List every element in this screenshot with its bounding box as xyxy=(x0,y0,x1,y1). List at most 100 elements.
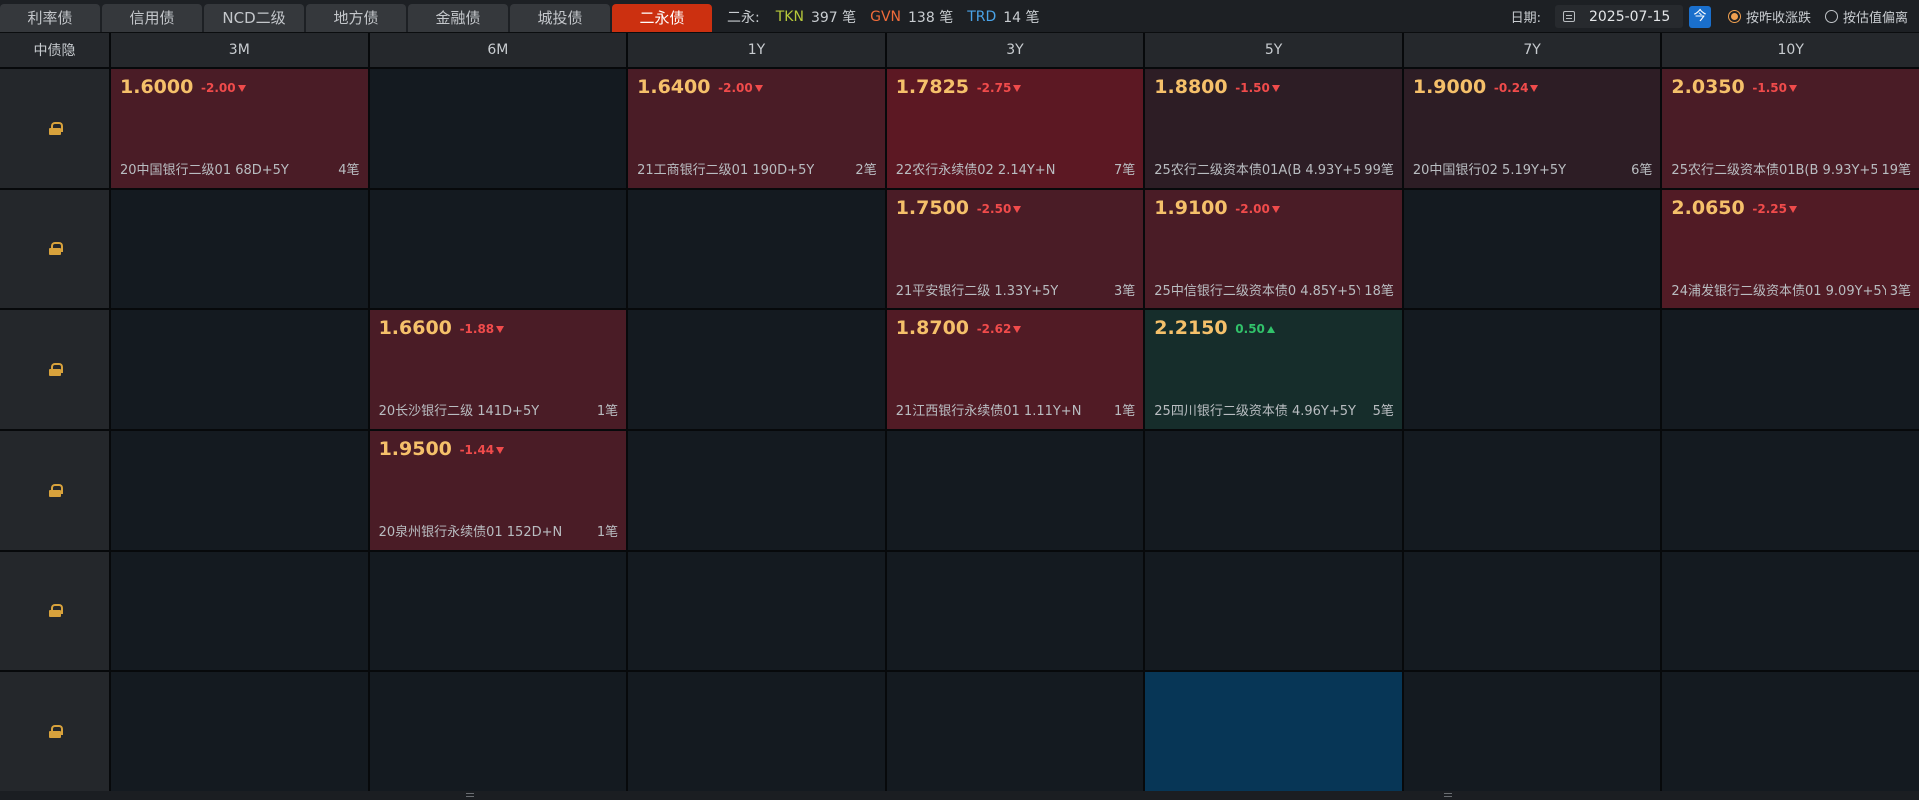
quote-rate: 1.9100 xyxy=(1154,196,1228,219)
corner-header: 中债隐 xyxy=(0,33,109,67)
bond-name: 21江西银行永续债01 1.11Y+N xyxy=(895,404,1082,420)
quote-change-value: -2.00 xyxy=(201,81,236,95)
bond-name: 20长沙银行二级 141D+5Y xyxy=(378,404,540,420)
quote-rate: 1.8800 xyxy=(1154,76,1228,98)
quote-cell[interactable]: 1.7500 -2.50 21平安银行二级 1.33Y+5Y 3笔 xyxy=(886,189,1144,309)
stats-count-gvn: 138 笔 xyxy=(908,9,954,26)
column-header-3m: 3M xyxy=(111,33,368,67)
triangle-down-icon xyxy=(1271,205,1280,213)
row-lock-4[interactable] xyxy=(0,551,109,671)
today-button[interactable]: 今 xyxy=(1688,5,1711,28)
selected-cell[interactable] xyxy=(1145,672,1402,791)
trade-count: 1笔 xyxy=(1114,404,1136,420)
empty-cell xyxy=(1403,430,1661,550)
quote-rate: 2.0650 xyxy=(1671,196,1745,219)
trade-count: 1笔 xyxy=(596,524,619,540)
tab-2[interactable]: NCD二级 xyxy=(204,4,304,32)
bond-name: 24浦发银行二级资本债01 9.09Y+5Y xyxy=(1671,283,1886,299)
quote-change-value: -2.75 xyxy=(976,81,1012,95)
radio-circle-icon xyxy=(1727,10,1741,23)
quote-change-value: -0.24 xyxy=(1493,81,1529,95)
empty-cell xyxy=(369,189,627,309)
quote-info: 25农行二级资本债01B(B 9.93Y+5Y 19笔 xyxy=(1671,159,1911,178)
tab-5[interactable]: 城投债 xyxy=(510,4,610,32)
tab-1[interactable]: 信用债 xyxy=(102,4,202,32)
empty-cell xyxy=(111,310,368,429)
quote-cell[interactable]: 1.6000 -2.00 20中国银行二级01 68D+5Y 4笔 xyxy=(111,69,368,188)
tab-3[interactable]: 地方债 xyxy=(306,4,406,32)
row-lock-5[interactable] xyxy=(0,672,109,791)
quote-cell[interactable]: 1.9000 -0.24 20中国银行02 5.19Y+5Y 6笔 xyxy=(1403,69,1661,188)
stats-code-trd: TRD xyxy=(967,8,997,25)
triangle-down-icon xyxy=(1271,85,1280,92)
quote-info: 20中国银行02 5.19Y+5Y 6笔 xyxy=(1413,159,1653,178)
quote-info: 20长沙银行二级 141D+5Y 1笔 xyxy=(379,400,619,419)
mode-radio-group: 按昨收涨跌 按估值偏离 xyxy=(1727,7,1919,26)
quote-cell[interactable]: 1.7825 -2.75 22农行永续债02 2.14Y+N 7笔 xyxy=(886,69,1144,188)
resize-handle-right[interactable] xyxy=(1444,793,1452,797)
date-picker[interactable]: 2025-07-15 xyxy=(1554,5,1683,28)
quote-change: -2.00 xyxy=(1235,202,1280,216)
empty-cell xyxy=(1145,430,1402,550)
quote-rate: 2.0350 xyxy=(1671,76,1745,98)
tab-6[interactable]: 二永债 xyxy=(612,4,712,32)
quote-change-value: -2.50 xyxy=(976,201,1012,216)
lock-icon xyxy=(48,121,63,135)
resize-handle-left[interactable] xyxy=(466,793,474,797)
triangle-up-icon xyxy=(1266,326,1275,334)
empty-cell xyxy=(628,430,885,550)
stats-count-trd: 14 笔 xyxy=(1003,9,1040,26)
empty-cell xyxy=(1662,310,1919,429)
quote-cell[interactable]: 1.6400 -2.00 21工商银行二级01 190D+5Y 2笔 xyxy=(628,69,885,188)
bond-name: 20中国银行02 5.19Y+5Y xyxy=(1412,163,1567,178)
empty-cell xyxy=(111,430,368,550)
quote-info: 20中国银行二级01 68D+5Y 4笔 xyxy=(120,159,360,178)
date-label: 日期: xyxy=(1510,11,1541,26)
empty-cell xyxy=(369,69,627,188)
quote-change-value: -1.44 xyxy=(459,442,495,457)
mode-radio-0[interactable]: 按昨收涨跌 xyxy=(1727,7,1811,26)
quote-rate: 1.9500 xyxy=(378,437,452,460)
triangle-down-icon xyxy=(1013,326,1022,334)
stats-code-gvn: GVN xyxy=(870,8,902,25)
bond-name: 22农行永续债02 2.14Y+N xyxy=(895,163,1056,178)
tab-4[interactable]: 金融债 xyxy=(408,4,508,32)
column-header-7y: 7Y xyxy=(1403,33,1661,67)
empty-cell xyxy=(1662,672,1919,791)
triangle-down-icon xyxy=(754,85,763,92)
quote-change: -1.44 xyxy=(460,443,505,457)
quote-cell[interactable]: 2.0650 -2.25 24浦发银行二级资本债01 9.09Y+5Y 3笔 xyxy=(1662,189,1919,309)
empty-cell xyxy=(886,551,1144,671)
quote-cell[interactable]: 1.8700 -2.62 21江西银行永续债01 1.11Y+N 1笔 xyxy=(886,310,1144,429)
row-lock-3[interactable] xyxy=(0,430,109,550)
trade-count: 3笔 xyxy=(1889,283,1911,299)
quote-rate: 1.6600 xyxy=(378,317,452,340)
triangle-down-icon xyxy=(1789,85,1798,92)
quote-cell[interactable]: 2.0350 -1.50 25农行二级资本债01B(B 9.93Y+5Y 19笔 xyxy=(1662,69,1919,188)
quote-rate: 1.9000 xyxy=(1412,76,1487,98)
quote-change: -1.88 xyxy=(460,322,505,336)
mode-radio-1[interactable]: 按估值偏离 xyxy=(1824,7,1908,26)
quote-cell[interactable]: 1.9100 -2.00 25中信银行二级资本债0 4.85Y+5Y 18笔 xyxy=(1145,189,1402,309)
triangle-down-icon xyxy=(1530,85,1539,92)
row-lock-2[interactable] xyxy=(0,310,109,429)
triangle-down-icon xyxy=(1013,205,1022,213)
empty-cell xyxy=(111,672,368,791)
quote-cell[interactable]: 1.8800 -1.50 25农行二级资本债01A(B 4.93Y+5Y 99笔 xyxy=(1145,69,1402,188)
empty-cell xyxy=(111,551,368,671)
radio-label: 按昨收涨跌 xyxy=(1745,11,1811,26)
empty-cell xyxy=(1403,551,1661,671)
stats-code-tkn: TKN xyxy=(775,8,804,25)
quote-cell[interactable]: 1.9500 -1.44 20泉州银行永续债01 152D+N 1笔 xyxy=(369,430,627,550)
calendar-icon xyxy=(1562,11,1575,22)
quote-cell[interactable]: 2.2150 0.50 25四川银行二级资本债 4.96Y+5Y 5笔 xyxy=(1145,310,1402,429)
quote-cell[interactable]: 1.6600 -1.88 20长沙银行二级 141D+5Y 1笔 xyxy=(369,310,627,429)
row-lock-1[interactable] xyxy=(0,189,109,309)
row-lock-0[interactable] xyxy=(0,69,109,188)
trade-count: 3笔 xyxy=(1114,283,1136,299)
triangle-down-icon xyxy=(1789,205,1798,213)
tab-0[interactable]: 利率债 xyxy=(0,4,100,32)
empty-cell xyxy=(369,551,627,671)
quote-info: 21江西银行永续债01 1.11Y+N 1笔 xyxy=(896,400,1136,419)
quote-change: -1.50 xyxy=(1235,81,1280,95)
